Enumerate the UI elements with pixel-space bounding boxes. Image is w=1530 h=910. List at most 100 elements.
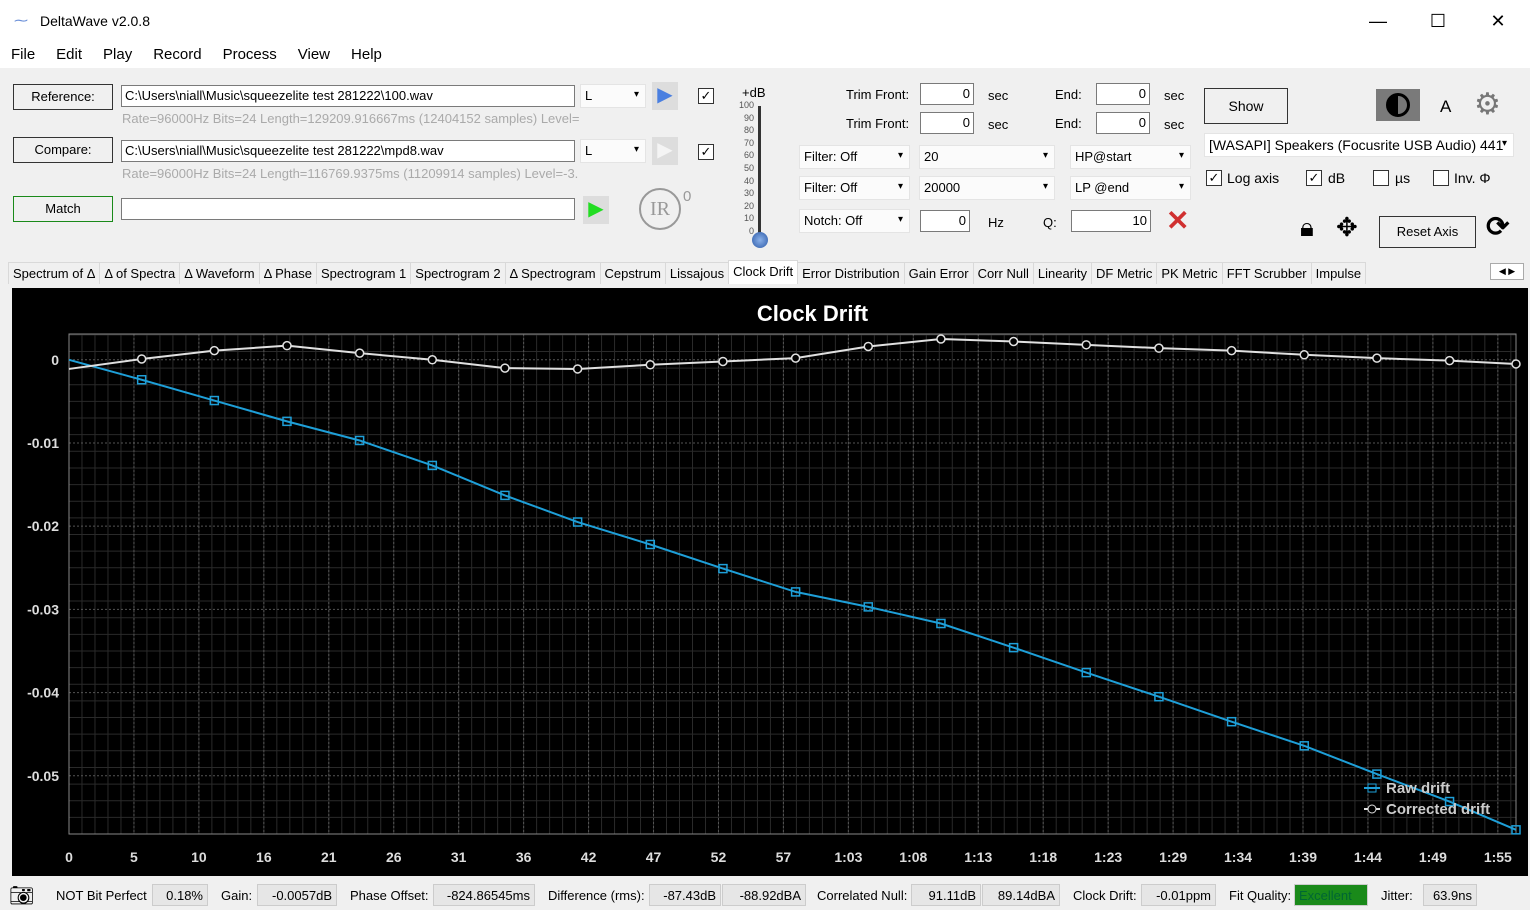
menu-process[interactable]: Process <box>212 42 287 63</box>
reference-button[interactable]: Reference: <box>13 84 113 110</box>
tab-clock-drift[interactable]: Clock Drift <box>728 260 799 284</box>
x-tick-label: 0 <box>65 849 73 865</box>
tab-spectrum-of-[interactable]: Spectrum of Δ <box>8 262 101 284</box>
tab-spectrogram-1[interactable]: Spectrogram 1 <box>316 262 412 284</box>
x-tick-label: 1:49 <box>1419 849 1447 865</box>
q-input[interactable]: 10 <box>1071 210 1151 232</box>
tab-linearity[interactable]: Linearity <box>1032 262 1092 284</box>
trim-front-input-1[interactable]: 0 <box>920 83 974 105</box>
end-label: End: <box>1055 116 1082 131</box>
compare-channel-select[interactable]: L <box>580 139 646 163</box>
corrected-drift-point <box>136 354 147 364</box>
corrected-drift-point <box>1008 336 1019 347</box>
clear-filters-icon[interactable]: ✕ <box>1166 204 1189 237</box>
difference-db: -87.43dB <box>649 884 721 906</box>
filter-freq-select-2[interactable]: 20000 <box>919 176 1055 200</box>
notch-freq-input[interactable]: 0 <box>920 210 970 232</box>
tab--spectrogram[interactable]: Δ Spectrogram <box>504 262 601 284</box>
reset-axis-button[interactable]: Reset Axis <box>1379 216 1476 248</box>
contrast-toggle[interactable] <box>1376 89 1420 121</box>
level-tick: 20 <box>743 200 754 211</box>
db-checkbox[interactable]: ✓ <box>1306 170 1322 186</box>
tab-spectrogram-2[interactable]: Spectrogram 2 <box>410 262 506 284</box>
filter-mode-select-1[interactable]: HP@start <box>1070 145 1191 169</box>
trim-front-label: Trim Front: <box>846 116 910 131</box>
menu-record[interactable]: Record <box>142 42 211 63</box>
end-unit: sec <box>1164 117 1185 132</box>
ir-button[interactable]: IR <box>639 188 681 230</box>
show-button[interactable]: Show <box>1204 88 1288 124</box>
corrected-drift-point <box>790 353 801 363</box>
ir-count: 0 <box>683 188 692 205</box>
trim-end-input-2[interactable]: 0 <box>1096 112 1150 134</box>
inv-phase-label: Inv. Φ <box>1454 170 1491 186</box>
refresh-icon[interactable]: ⟳ <box>1486 210 1509 243</box>
trim-front-input-2[interactable]: 0 <box>920 112 974 134</box>
match-input[interactable] <box>121 198 575 220</box>
menu-view[interactable]: View <box>287 42 340 63</box>
tab-bar: Spectrum of ΔΔ of Spectra Δ Waveform Δ Pha… <box>8 260 1367 284</box>
inv-phase-checkbox[interactable] <box>1433 170 1449 186</box>
x-tick-label: 1:55 <box>1484 849 1512 865</box>
move-icon[interactable]: ✥ <box>1336 212 1358 243</box>
level-slider-thumb[interactable] <box>752 232 768 248</box>
tab--of-spectra[interactable]: Δ of Spectra <box>99 262 181 284</box>
play-match-button[interactable]: ▶ <box>583 196 609 224</box>
reference-path-input[interactable]: C:\Users\niall\Music\squeezelite test 28… <box>121 85 575 107</box>
filter-mode-select-2[interactable]: LP @end <box>1070 176 1191 200</box>
device-select[interactable]: [WASAPI] Speakers (Focusrite USB Audio) … <box>1204 133 1514 157</box>
tab-lissajous[interactable]: Lissajous <box>664 262 730 284</box>
us-checkbox[interactable] <box>1373 170 1389 186</box>
filter-type-select-1[interactable]: Filter: Off <box>799 145 910 169</box>
level-tick: 40 <box>743 175 754 186</box>
compare-checkbox[interactable]: ✓ <box>698 144 714 160</box>
tab-cepstrum[interactable]: Cepstrum <box>599 262 666 284</box>
tab-pk-metric[interactable]: PK Metric <box>1156 262 1223 284</box>
filter-freq-select-1[interactable]: 20 <box>919 145 1055 169</box>
corrected-drift-point <box>1154 343 1164 353</box>
play-reference-button[interactable]: ▶ <box>652 82 678 110</box>
corrected-drift-point <box>1444 355 1455 366</box>
menu-help[interactable]: Help <box>340 42 392 63</box>
tab-df-metric[interactable]: DF Metric <box>1091 262 1158 284</box>
menu-edit[interactable]: Edit <box>45 42 92 63</box>
x-tick-label: 31 <box>451 849 467 865</box>
tab-error-distribution[interactable]: Error Distribution <box>797 262 905 284</box>
reference-channel-select[interactable]: L <box>580 84 646 108</box>
level-slider[interactable]: 100 90 80 70 60 50 40 30 20 10 0 <box>728 100 768 250</box>
tab-gain-error[interactable]: Gain Error <box>903 262 974 284</box>
close-button[interactable]: ✕ <box>1478 8 1518 34</box>
font-button[interactable]: A <box>1440 97 1451 117</box>
x-tick-label: 5 <box>130 849 138 865</box>
maximize-button[interactable]: ☐ <box>1418 8 1458 34</box>
tab-scroll-buttons[interactable]: ◀ ▶ <box>1490 263 1524 280</box>
play-compare-button[interactable]: ▶ <box>652 137 678 165</box>
menu-play[interactable]: Play <box>92 42 142 63</box>
compare-button[interactable]: Compare: <box>13 137 113 163</box>
gain-label: Gain: <box>221 888 253 903</box>
tab--waveform[interactable]: Δ Waveform <box>179 262 260 284</box>
menu-file[interactable]: File <box>0 42 45 63</box>
tab-corr-null[interactable]: Corr Null <box>972 262 1034 284</box>
trim-front-label: Trim Front: <box>846 87 910 102</box>
corrected-drift-point <box>1226 345 1237 356</box>
x-tick-label: 52 <box>711 849 727 865</box>
compare-path-input[interactable]: C:\Users\niall\Music\squeezelite test 28… <box>121 140 575 162</box>
trim-end-input-1[interactable]: 0 <box>1096 83 1150 105</box>
x-tick-label: 16 <box>256 849 272 865</box>
reference-info: Rate=96000Hz Bits=24 Length=129209.91666… <box>122 111 580 126</box>
notch-select[interactable]: Notch: Off <box>799 209 910 233</box>
lock-icon[interactable]: 🔒︎ <box>1300 212 1314 244</box>
tab-fft-scrubber[interactable]: FFT Scrubber <box>1221 262 1312 284</box>
camera-icon[interactable]: 📷︎ <box>9 883 34 908</box>
minimize-button[interactable]: — <box>1358 8 1398 34</box>
log-axis-checkbox[interactable]: ✓ <box>1206 170 1222 186</box>
reference-checkbox[interactable]: ✓ <box>698 88 714 104</box>
gear-icon[interactable]: ⚙ <box>1474 87 1501 122</box>
tab--phase[interactable]: Δ Phase <box>258 262 318 284</box>
filter-type-select-2[interactable]: Filter: Off <box>799 176 910 200</box>
x-tick-label: 1:18 <box>1029 849 1057 865</box>
x-tick-label: 47 <box>646 849 662 865</box>
match-button[interactable]: Match <box>13 196 113 222</box>
tab-impulse[interactable]: Impulse <box>1310 262 1367 284</box>
